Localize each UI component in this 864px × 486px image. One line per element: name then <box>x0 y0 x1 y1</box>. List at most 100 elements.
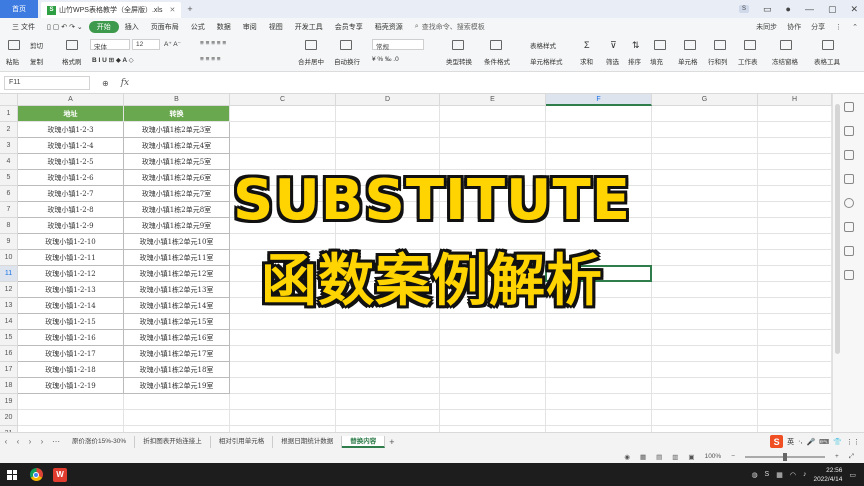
row-col-button[interactable]: 行和列 <box>708 56 728 66</box>
table-style-button[interactable]: 表格样式 <box>530 40 556 50</box>
empty-cell[interactable] <box>546 106 652 122</box>
sum-icon[interactable]: Σ <box>584 40 590 50</box>
empty-cell[interactable] <box>758 330 832 346</box>
zoom-slider[interactable] <box>745 452 825 461</box>
row-header[interactable]: 20 <box>0 410 18 426</box>
row-header[interactable]: 17 <box>0 362 18 378</box>
empty-cell[interactable] <box>440 394 546 410</box>
tray-volume-icon[interactable]: ♪ <box>803 471 807 478</box>
row-header[interactable]: 2 <box>0 122 18 138</box>
empty-cell[interactable] <box>336 346 440 362</box>
empty-cell[interactable] <box>336 138 440 154</box>
clock[interactable]: 22:56 2022/4/14 <box>813 466 842 484</box>
empty-cell[interactable] <box>652 346 758 362</box>
table-cell-address[interactable]: 玫瑰小镇1-2-16 <box>18 330 124 346</box>
row-header[interactable]: 15 <box>0 330 18 346</box>
new-tab-icon[interactable]: + <box>187 4 192 14</box>
filter-button[interactable]: 筛选 <box>606 56 619 66</box>
empty-cell[interactable] <box>230 138 336 154</box>
fill-icon[interactable] <box>654 40 666 50</box>
empty-cell[interactable] <box>546 394 652 410</box>
ime-punct-icon[interactable]: ·, <box>798 438 802 445</box>
menu-insert[interactable]: 插入 <box>119 22 145 32</box>
table-cell-converted[interactable]: 玫瑰小镇1栋2单元3室 <box>124 122 230 138</box>
table-cell-converted[interactable] <box>124 394 230 410</box>
normal-view-icon[interactable]: ▦ <box>640 453 646 461</box>
number-format-select[interactable]: 常规 <box>372 39 424 51</box>
empty-cell[interactable] <box>546 410 652 426</box>
filter-icon[interactable]: ⊽ <box>610 40 617 51</box>
type-convert-button[interactable]: 类型转换 <box>446 56 472 66</box>
table-cell-converted[interactable]: 玫瑰小镇1栋2单元19室 <box>124 378 230 394</box>
empty-cell[interactable] <box>440 378 546 394</box>
worksheet-button[interactable]: 工作表 <box>738 56 758 66</box>
zoom-out-icon[interactable]: − <box>731 453 735 460</box>
empty-cell[interactable] <box>230 394 336 410</box>
command-search[interactable]: ⌕ 查找命令、搜索模板 <box>415 22 485 32</box>
empty-cell[interactable] <box>230 346 336 362</box>
empty-cell[interactable] <box>652 106 758 122</box>
column-header-e[interactable]: E <box>440 94 546 106</box>
empty-cell[interactable] <box>440 138 546 154</box>
table-cell-converted[interactable] <box>124 410 230 426</box>
sheet-tab[interactable]: 相对引用单元格 <box>211 435 274 448</box>
empty-cell[interactable] <box>440 122 546 138</box>
sum-button[interactable]: 求和 <box>580 56 593 66</box>
fullscreen-icon[interactable]: ⤢ <box>849 453 854 461</box>
menu-file[interactable]: 三 文件 <box>6 22 41 32</box>
empty-cell[interactable] <box>652 362 758 378</box>
zoom-icon[interactable]: ⊕ <box>102 79 109 88</box>
empty-cell[interactable] <box>652 330 758 346</box>
sheet-tab[interactable]: 原价涨价15%-30% <box>64 435 136 448</box>
empty-cell[interactable] <box>758 138 832 154</box>
start-button[interactable] <box>0 463 24 486</box>
share-button[interactable]: 分享 <box>811 22 825 32</box>
zoom-slider-knob[interactable] <box>783 452 787 461</box>
table-cell-address[interactable] <box>18 394 124 410</box>
menu-review[interactable]: 审阅 <box>237 22 263 32</box>
empty-cell[interactable] <box>440 346 546 362</box>
column-header-d[interactable]: D <box>336 94 440 106</box>
empty-cell[interactable] <box>336 362 440 378</box>
close-window-icon[interactable]: ✕ <box>850 4 858 15</box>
empty-cell[interactable] <box>546 346 652 362</box>
more-sheets-icon[interactable]: ⋯ <box>48 437 64 446</box>
column-header-b[interactable]: B <box>124 94 230 106</box>
empty-cell[interactable] <box>546 138 652 154</box>
page-layout-icon[interactable]: ▤ <box>656 453 662 461</box>
more-icon[interactable]: ⋮ <box>835 23 842 31</box>
empty-cell[interactable] <box>758 122 832 138</box>
tray-wifi-icon[interactable]: ◠ <box>790 471 796 479</box>
menu-view[interactable]: 视图 <box>263 22 289 32</box>
table-cell-converted[interactable]: 玫瑰小镇1栋2单元4室 <box>124 138 230 154</box>
tray-network-icon[interactable]: ▦ <box>776 471 783 479</box>
close-icon[interactable]: ✕ <box>169 6 175 14</box>
tray-ime-icon[interactable]: S <box>765 471 770 478</box>
menu-home[interactable]: 开始 <box>88 21 119 33</box>
table-cell-address[interactable] <box>18 410 124 426</box>
format-painter-icon[interactable] <box>66 40 78 50</box>
wps-task[interactable]: W <box>48 463 72 486</box>
menu-resources[interactable]: 稻壳资源 <box>369 22 409 32</box>
table-cell-address[interactable]: 玫瑰小镇1-2-17 <box>18 346 124 362</box>
empty-cell[interactable] <box>336 330 440 346</box>
zoom-level[interactable]: 100% <box>705 453 722 460</box>
row-header[interactable]: 3 <box>0 138 18 154</box>
empty-cell[interactable] <box>336 106 440 122</box>
empty-cell[interactable] <box>336 378 440 394</box>
format-painter-button[interactable]: 格式刷 <box>62 56 82 66</box>
align-icons[interactable]: ≡ ≡ ≡ ≡ ≡ <box>200 40 226 47</box>
column-header-c[interactable]: C <box>230 94 336 106</box>
empty-cell[interactable] <box>652 394 758 410</box>
sheet-tab[interactable]: 根据日期统计数据 <box>273 435 343 448</box>
empty-cell[interactable] <box>440 362 546 378</box>
sogou-ime-icon[interactable]: S <box>770 435 784 448</box>
maximize-icon[interactable]: ▢ <box>828 4 837 15</box>
empty-cell[interactable] <box>230 122 336 138</box>
eye-protect-icon[interactable]: ◉ <box>624 453 630 461</box>
column-header-g[interactable]: G <box>652 94 758 106</box>
empty-cell[interactable] <box>652 122 758 138</box>
cell-button[interactable]: 单元格 <box>678 56 698 66</box>
chrome-task[interactable] <box>24 463 48 486</box>
empty-cell[interactable] <box>230 362 336 378</box>
